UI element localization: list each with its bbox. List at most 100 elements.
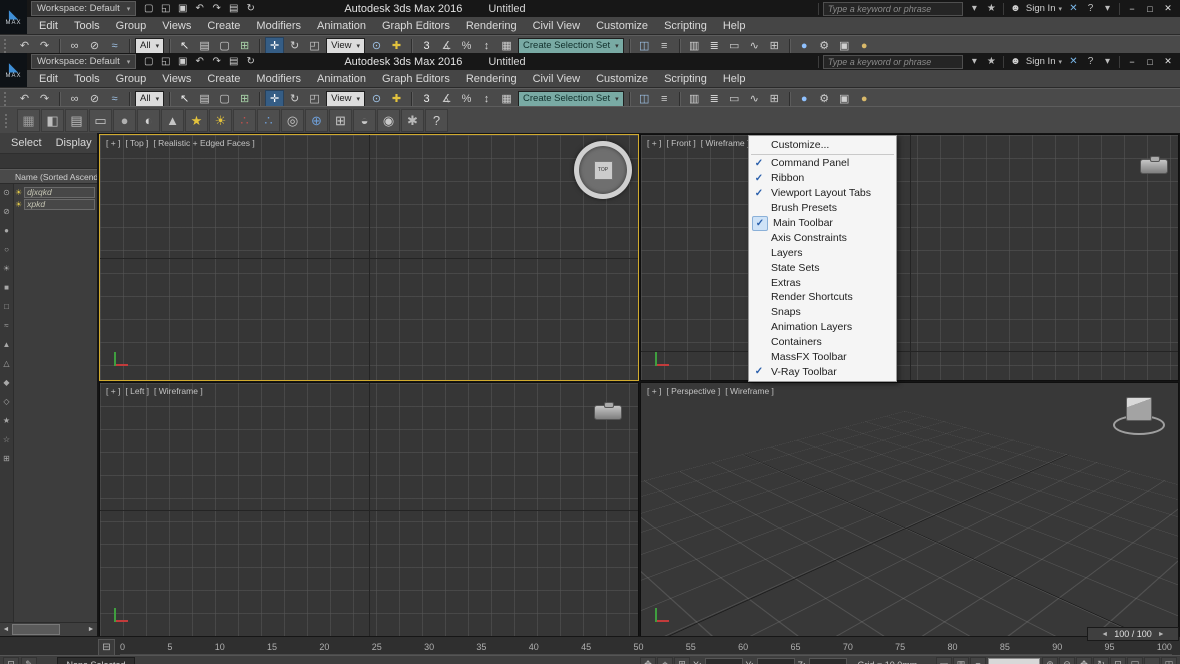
- object-name[interactable]: djxqkd: [24, 187, 95, 198]
- viewport-pov-menu[interactable]: [ Front ]: [666, 138, 695, 148]
- render-production-icon[interactable]: ●: [855, 90, 874, 108]
- mirror-icon[interactable]: ◫: [635, 90, 654, 108]
- select-by-name-icon[interactable]: ▤: [195, 37, 214, 55]
- toolbar-menu-item[interactable]: ✓ Ribbon: [749, 171, 896, 186]
- star-icon[interactable]: ★: [185, 109, 208, 132]
- x-coordinate-field[interactable]: [705, 658, 743, 664]
- undo-icon[interactable]: ↶: [15, 90, 34, 108]
- viewport-general-menu[interactable]: [ + ]: [647, 138, 661, 148]
- menu-item[interactable]: Tools: [66, 17, 108, 34]
- undo-icon[interactable]: ↶: [192, 2, 207, 15]
- snap-settings-icon[interactable]: ≡: [970, 657, 986, 664]
- toolbar-menu-item[interactable]: Extras: [749, 275, 896, 290]
- select-object-icon[interactable]: ↖: [175, 90, 194, 108]
- spray-red-icon[interactable]: ∴: [233, 109, 256, 132]
- viewport-front[interactable]: [ + ] [ Front ] [ Wireframe ]: [640, 134, 1179, 381]
- explorer-hscrollbar[interactable]: ◄ ►: [0, 622, 97, 636]
- sign-in-button[interactable]: ☻ Sign In ▾: [1008, 55, 1062, 68]
- display-geometry-icon[interactable]: ●: [1, 225, 12, 236]
- previous-frame-icon[interactable]: ◄: [1101, 631, 1108, 638]
- save-file-icon[interactable]: ▣: [175, 55, 190, 68]
- zoom-extents-icon[interactable]: ⊡: [1110, 657, 1126, 664]
- plugin-icon[interactable]: ✱: [401, 109, 424, 132]
- select-and-move-icon[interactable]: ✛: [265, 90, 284, 108]
- display-xrefs-icon[interactable]: △: [1, 358, 12, 369]
- display-frozen-icon[interactable]: ★: [1, 415, 12, 426]
- snaps-toggle-icon[interactable]: 3: [417, 90, 436, 108]
- search-options-icon[interactable]: ▾: [967, 55, 982, 68]
- toolbar-menu-item[interactable]: Axis Constraints: [749, 230, 896, 245]
- toolbar-menu-item[interactable]: Layers: [749, 245, 896, 260]
- display-hidden-icon[interactable]: ☆: [1, 434, 12, 445]
- viewport-general-menu[interactable]: [ + ]: [106, 386, 120, 396]
- menu-item[interactable]: Modifiers: [248, 70, 309, 87]
- scene-panel-icon[interactable]: ▤: [65, 109, 88, 132]
- menu-item[interactable]: Views: [154, 70, 199, 87]
- named-selection-sets-dropdown[interactable]: Create Selection Set ▾: [518, 91, 624, 107]
- viewport-pov-menu[interactable]: [ Top ]: [125, 138, 148, 148]
- viewport-layout-icon[interactable]: ◧: [41, 109, 64, 132]
- display-all-icon[interactable]: ⊙: [1, 187, 12, 198]
- track-bar[interactable]: ⊟ 05101520253035404550556065707580859095…: [0, 636, 1180, 656]
- toolbar-menu-item[interactable]: Render Shortcuts: [749, 290, 896, 305]
- menu-item[interactable]: Graph Editors: [374, 70, 458, 87]
- viewport-pov-menu[interactable]: [ Left ]: [125, 386, 149, 396]
- zoom-icon[interactable]: ⊕: [1042, 657, 1058, 664]
- scene-object[interactable]: [1140, 159, 1168, 174]
- fetch-icon[interactable]: ↻: [243, 2, 258, 15]
- infocenter-search-input[interactable]: [823, 55, 963, 69]
- rendered-frame-icon[interactable]: ▣: [835, 37, 854, 55]
- undo-icon[interactable]: ↶: [192, 55, 207, 68]
- menu-item[interactable]: Scripting: [656, 17, 715, 34]
- toolbar-menu-item[interactable]: Animation Layers: [749, 320, 896, 335]
- material-editor-icon[interactable]: ●: [795, 90, 814, 108]
- selection-filter-dropdown[interactable]: All ▾: [135, 91, 164, 107]
- bind-to-space-warp-icon[interactable]: ≈: [105, 37, 124, 55]
- minimize-button[interactable]: −: [1124, 55, 1140, 68]
- use-pivot-point-icon[interactable]: ⊙: [367, 37, 386, 55]
- viewport-shading-menu[interactable]: [ Wireframe ]: [154, 386, 203, 396]
- zoom-region-icon[interactable]: ◱: [1127, 657, 1143, 664]
- schematic-view-icon[interactable]: ⊞: [765, 37, 784, 55]
- isolate-selection-icon[interactable]: ▭: [936, 657, 952, 664]
- window-crossing-icon[interactable]: ⊞: [235, 37, 254, 55]
- toolbar-grip[interactable]: [5, 114, 12, 128]
- help-icon[interactable]: ?: [1083, 55, 1098, 68]
- viewport-left[interactable]: [ + ] [ Left ] [ Wireframe ]: [99, 382, 639, 637]
- select-by-name-icon[interactable]: ▤: [195, 90, 214, 108]
- toolbar-menu-item[interactable]: ✓ Viewport Layout Tabs: [749, 186, 896, 201]
- window-crossing-icon[interactable]: ⊞: [235, 90, 254, 108]
- maximize-button[interactable]: □: [1142, 2, 1158, 15]
- open-file-icon[interactable]: ◱: [158, 55, 173, 68]
- offset-mode-icon[interactable]: ⌖: [657, 657, 673, 664]
- named-selection-sets-dropdown[interactable]: Create Selection Set ▾: [518, 38, 624, 54]
- reference-coordinate-dropdown[interactable]: View ▾: [326, 38, 365, 54]
- scroll-right-icon[interactable]: ►: [85, 624, 97, 635]
- menu-item[interactable]: Scripting: [656, 70, 715, 87]
- snaps-toggle-icon[interactable]: 3: [417, 37, 436, 55]
- maxscript-listener-icon[interactable]: ✎: [21, 657, 37, 664]
- sign-in-button[interactable]: ☻ Sign In ▾: [1008, 2, 1062, 15]
- toolbar-menu-item[interactable]: Snaps: [749, 305, 896, 320]
- orb-icon[interactable]: ◎: [281, 109, 304, 132]
- project-folder-icon[interactable]: ▤: [226, 2, 241, 15]
- scene-object[interactable]: [594, 405, 622, 420]
- zoom-all-icon[interactable]: ⊖: [1059, 657, 1075, 664]
- select-and-manipulate-icon[interactable]: ✚: [387, 90, 406, 108]
- selection-lock-icon[interactable]: ⊡: [3, 657, 19, 664]
- viewcube-face[interactable]: TOP: [594, 161, 613, 180]
- display-lights-icon[interactable]: ☀: [1, 263, 12, 274]
- display-bones-icon[interactable]: ◆: [1, 377, 12, 388]
- preview-window-icon[interactable]: ▦: [17, 109, 40, 132]
- viewport-perspective[interactable]: [ + ] [ Perspective ] [ Wireframe ]: [640, 382, 1179, 637]
- time-slider[interactable]: ◄ 100 / 100 ►: [1087, 627, 1179, 641]
- menu-item[interactable]: Modifiers: [248, 17, 309, 34]
- minimize-button[interactable]: −: [1124, 2, 1140, 15]
- sun-icon[interactable]: ☀: [209, 109, 232, 132]
- orbit-icon[interactable]: ↻: [1093, 657, 1109, 664]
- scroll-left-icon[interactable]: ◄: [0, 624, 12, 635]
- viewport-general-menu[interactable]: [ + ]: [106, 138, 120, 148]
- render-setup-icon[interactable]: ⚙: [815, 37, 834, 55]
- display-containers-icon[interactable]: ◇: [1, 396, 12, 407]
- menu-item[interactable]: Edit: [31, 70, 66, 87]
